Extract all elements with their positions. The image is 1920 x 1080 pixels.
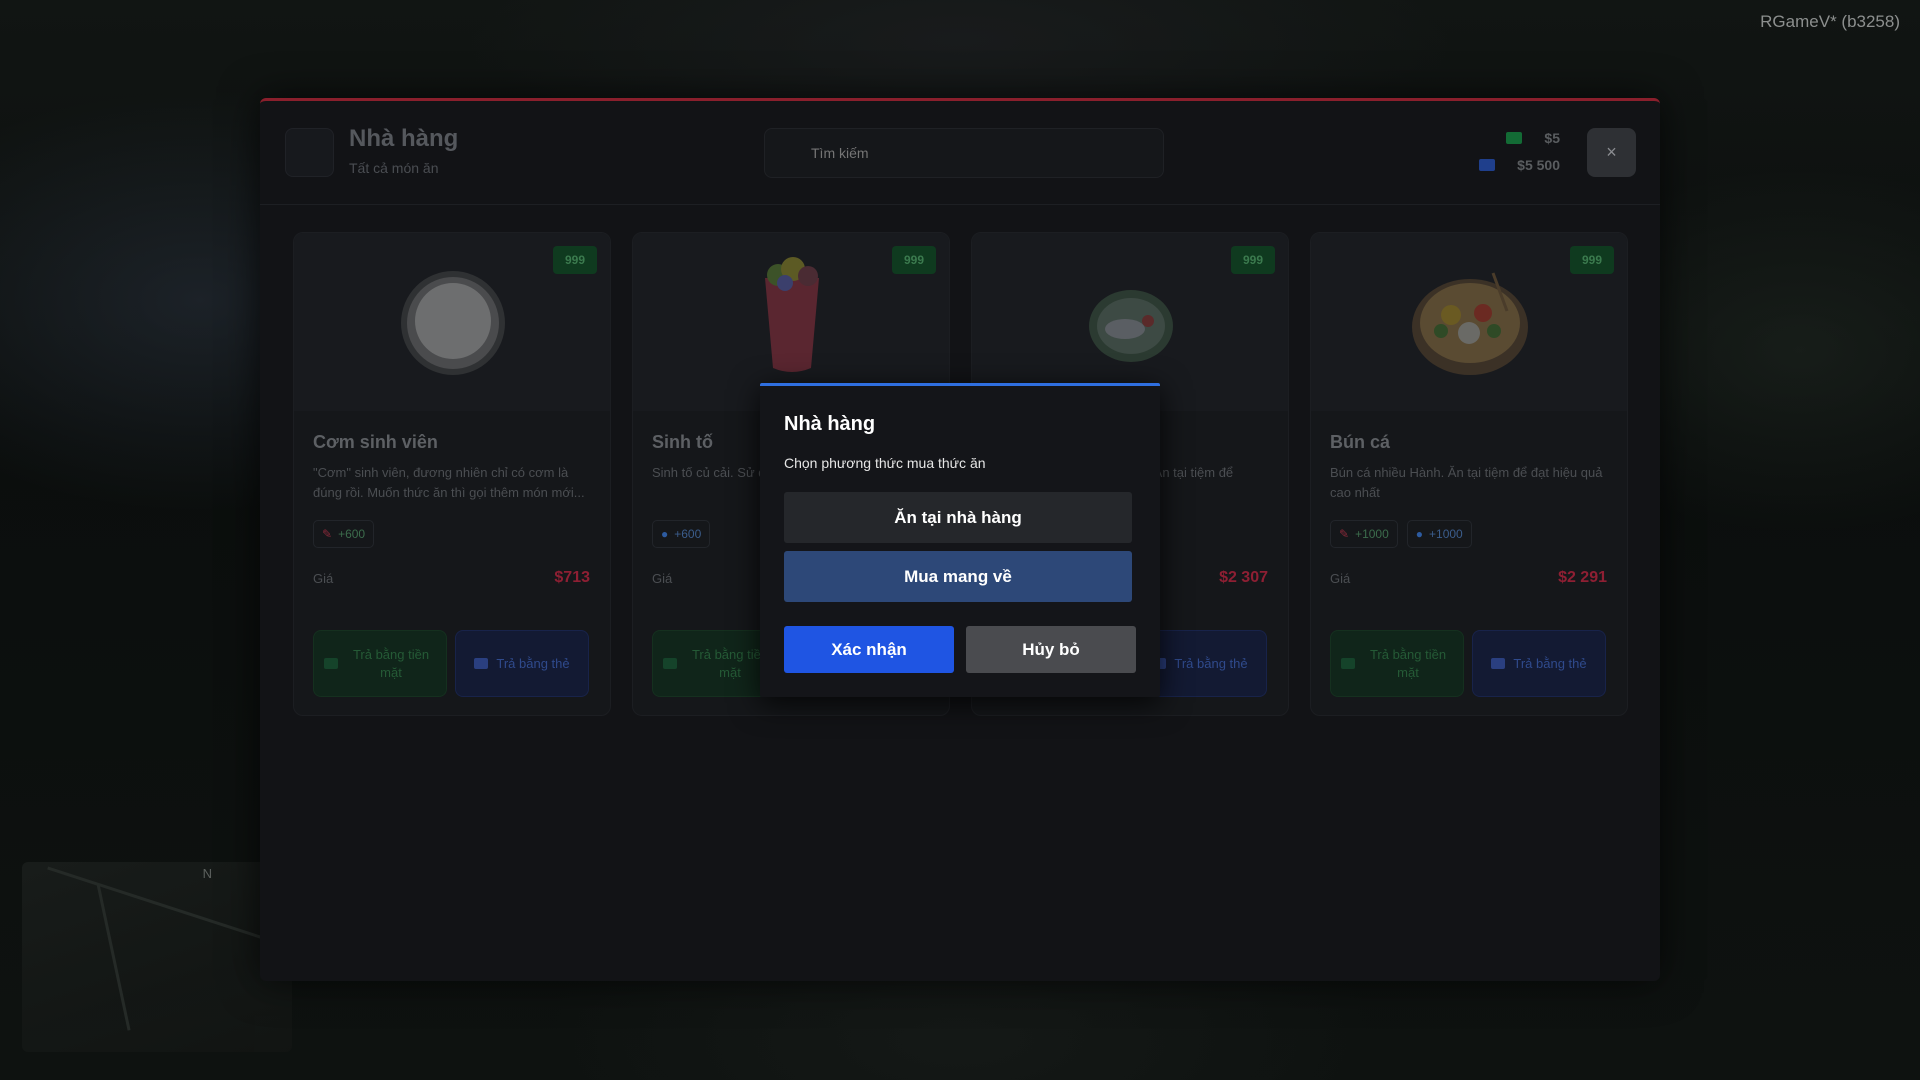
- utensils-icon: ✎: [322, 527, 333, 541]
- food-description: Bún cá nhiều Hành. Ăn tại tiệm để đạt hi…: [1330, 465, 1603, 500]
- pay-cash-label: Trả bằng tiền mặt: [352, 646, 430, 680]
- pay-card-button[interactable]: Trả bằng thẻ: [455, 630, 589, 697]
- food-name: Cơm sinh viên: [313, 432, 438, 452]
- hunger-value: +1000: [1355, 527, 1389, 541]
- thirst-stat: ● +600: [652, 520, 711, 548]
- menu-card-bun-ca[interactable]: 999 Bún cá Bún cá nhiều Hành. Ăn tại tiệ…: [1310, 232, 1628, 716]
- food-stats: ✎ +600: [313, 520, 375, 548]
- bank-card-icon: [474, 658, 489, 669]
- minimap: N: [22, 862, 292, 1052]
- food-description: "Cơm" sinh viên, đương nhiên chỉ có cơm …: [313, 465, 585, 500]
- cash-icon: [1341, 658, 1355, 669]
- utensils-icon: ✎: [1339, 527, 1350, 541]
- stock-badge: 999: [552, 246, 597, 274]
- stock-badge: 999: [891, 246, 936, 274]
- price-label: Giá: [652, 571, 673, 586]
- restaurant-logo: [285, 128, 334, 177]
- cash-icon: [663, 658, 677, 669]
- page-title: Nhà hàng: [349, 125, 459, 152]
- price-value: $2 291: [1558, 569, 1607, 586]
- page-subtitle: Tất cả món ăn: [349, 160, 439, 176]
- purchase-method-dialog: Nhà hàng Chọn phương thức mua thức ăn Ăn…: [760, 383, 1160, 697]
- cash-amount: $5: [1544, 130, 1560, 146]
- bank-amount: $5 500: [1517, 157, 1560, 173]
- price-label: Giá: [1330, 571, 1351, 586]
- bank-card-icon: [1479, 159, 1496, 171]
- cash-balance: $5: [1506, 130, 1560, 146]
- restaurant-header: Nhà hàng Tất cả món ăn $5 $5 500 ×: [260, 101, 1660, 205]
- build-version-tag: RGameV* (b3258): [1760, 12, 1900, 31]
- menu-card-com-sinh-vien[interactable]: 999 Cơm sinh viên "Cơm" sinh viên, đương…: [293, 232, 611, 716]
- confirm-button[interactable]: Xác nhận: [784, 626, 954, 673]
- hunger-stat: ✎ +600: [313, 520, 375, 548]
- search-input[interactable]: [764, 128, 1164, 178]
- pay-card-label: Trả bằng thẻ: [496, 655, 570, 671]
- takeaway-option[interactable]: Mua mang về: [784, 551, 1132, 602]
- food-stats: ● +600: [652, 520, 711, 548]
- food-name: Bún cá: [1330, 432, 1391, 452]
- thirst-stat: ● +1000: [1406, 520, 1472, 548]
- price-label: Giá: [313, 571, 334, 586]
- pay-cash-button[interactable]: Trả bằng tiền mặt: [1330, 630, 1464, 697]
- stock-badge: 999: [1230, 246, 1275, 274]
- cash-icon: [324, 658, 338, 669]
- food-name: Sinh tố: [652, 432, 713, 452]
- price-value: $713: [554, 569, 590, 586]
- cash-icon: [1506, 132, 1523, 144]
- thirst-value: +600: [674, 527, 702, 541]
- pay-card-label: Trả bằng thẻ: [1513, 655, 1587, 671]
- water-drop-icon: ●: [1415, 527, 1424, 541]
- dialog-title: Nhà hàng: [784, 413, 876, 435]
- water-drop-icon: ●: [661, 527, 669, 541]
- cancel-button[interactable]: Hủy bỏ: [966, 626, 1136, 673]
- price-value: $2 307: [1219, 569, 1268, 586]
- dine-in-option[interactable]: Ăn tại nhà hàng: [784, 492, 1132, 543]
- food-stats: ✎ +1000 ● +1000: [1330, 520, 1472, 548]
- hunger-stat: ✎ +1000: [1330, 520, 1398, 548]
- minimap-north-label: N: [202, 866, 212, 881]
- pay-card-button[interactable]: Trả bằng thẻ: [1472, 630, 1606, 697]
- pay-cash-button[interactable]: Trả bằng tiền mặt: [313, 630, 447, 697]
- bank-balance: $5 500: [1479, 157, 1560, 173]
- stock-badge: 999: [1569, 246, 1614, 274]
- hunger-value: +600: [338, 527, 366, 541]
- pay-cash-label: Trả bằng tiền mặt: [1369, 646, 1447, 680]
- close-button[interactable]: ×: [1587, 128, 1636, 177]
- pay-card-label: Trả bằng thẻ: [1174, 655, 1248, 671]
- thirst-value: +1000: [1429, 527, 1463, 541]
- dialog-subtitle: Chọn phương thức mua thức ăn: [784, 455, 986, 471]
- bank-card-icon: [1491, 658, 1506, 669]
